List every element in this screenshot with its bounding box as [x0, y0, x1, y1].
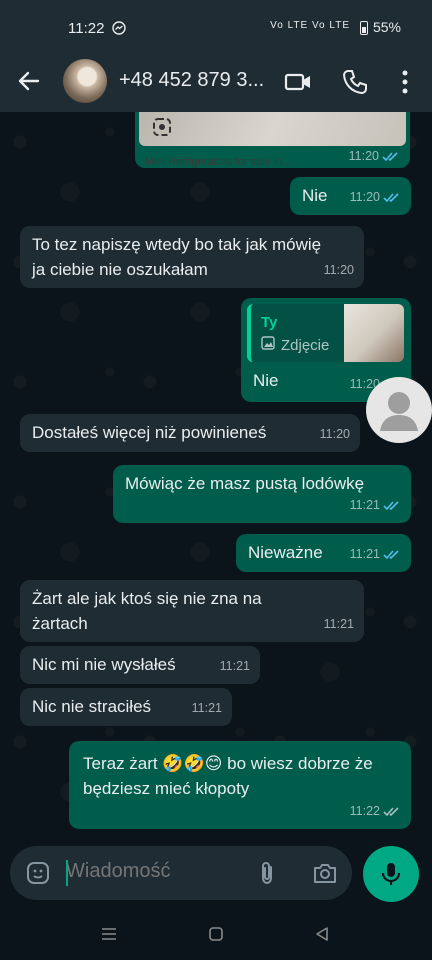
- message-bubble-incoming[interactable]: Nic nie straciłeś 11:21: [20, 688, 232, 726]
- message-time: 11:21: [349, 547, 380, 561]
- message-meta: 11:21: [192, 696, 222, 721]
- message-bubble-incoming[interactable]: Dostałeś więcej niż powinieneś 11:20: [20, 414, 360, 452]
- lens-icon[interactable]: [151, 116, 173, 138]
- message-meta: 11:20: [324, 258, 354, 283]
- double-tick-icon: [383, 807, 399, 817]
- message-bubble-outgoing[interactable]: Mówiąc że masz pustą lodówkę 11:21: [113, 465, 411, 523]
- message-time: 11:21: [349, 498, 380, 512]
- message-text: Teraz żart 🤣🤣😊 bo wiesz dobrze że będzie…: [83, 754, 373, 798]
- quoted-thumbnail: [344, 304, 404, 362]
- contact-name[interactable]: +48 452 879 3...: [119, 69, 264, 92]
- battery-level: 55%: [372, 19, 401, 35]
- double-tick-icon: [383, 550, 399, 560]
- chat-area[interactable]: Mini Refrigerators for sale in... 11:20 …: [0, 112, 432, 848]
- nav-back-icon[interactable]: [314, 926, 330, 942]
- message-time: 11:20: [319, 427, 350, 441]
- home-icon[interactable]: [208, 926, 224, 942]
- image-message[interactable]: Mini Refrigerators for sale in... 11:20: [135, 112, 410, 168]
- emoji-icon[interactable]: [26, 861, 50, 885]
- photo-icon: [261, 336, 275, 350]
- system-nav-bar: [0, 908, 432, 960]
- mic-button[interactable]: [363, 846, 419, 902]
- message-meta: 11:21: [350, 493, 401, 518]
- message-time: 11:21: [323, 617, 354, 631]
- message-meta: 11:20: [349, 149, 400, 163]
- message-composer: [10, 846, 352, 900]
- attach-icon[interactable]: [255, 860, 279, 886]
- phone-icon[interactable]: [341, 68, 369, 96]
- double-tick-icon: [383, 501, 399, 511]
- message-bubble-outgoing[interactable]: Nie 11:20: [290, 177, 411, 215]
- message-time: 11:21: [219, 659, 250, 673]
- image-thumbnail[interactable]: [139, 112, 406, 146]
- quoted-message[interactable]: Ty Zdjęcie: [247, 304, 404, 362]
- message-time: 11:20: [349, 190, 380, 204]
- messenger-icon: [112, 21, 126, 35]
- status-bar: 11:22 Vo LTE Vo LTE 55%: [0, 0, 432, 56]
- chat-head-bubble[interactable]: [366, 377, 432, 443]
- message-meta: 11:20: [320, 422, 350, 447]
- message-time: 11:20: [323, 263, 354, 277]
- message-bubble-incoming[interactable]: Nic mi nie wysłałeś 11:21: [20, 646, 260, 684]
- message-time: 11:22: [349, 804, 380, 818]
- message-text: Nic mi nie wysłałeś: [32, 655, 176, 674]
- message-text: Żart ale jak ktoś się nie zna na żartach: [32, 589, 262, 633]
- back-arrow-icon[interactable]: [16, 68, 42, 94]
- mic-icon: [381, 863, 401, 885]
- status-time: 11:22: [68, 20, 105, 37]
- text-cursor: [66, 860, 68, 886]
- quoted-type: Zdjęcie: [281, 337, 330, 354]
- double-tick-icon: [383, 193, 399, 203]
- message-text: Dostałeś więcej niż powinieneś: [32, 423, 267, 442]
- recents-icon[interactable]: [100, 926, 118, 942]
- contact-avatar[interactable]: [63, 59, 107, 103]
- camera-icon[interactable]: [312, 860, 338, 886]
- message-text: To tez napiszę wtedy bo tak jak mówię ja…: [32, 235, 322, 279]
- message-text: Nie: [253, 371, 279, 390]
- message-bubble-incoming[interactable]: Żart ale jak ktoś się nie zna na żartach…: [20, 580, 364, 642]
- message-time: 11:21: [191, 701, 222, 715]
- chat-header: +48 452 879 3...: [0, 56, 432, 112]
- message-bubble-incoming[interactable]: To tez napiszę wtedy bo tak jak mówię ja…: [20, 226, 364, 288]
- quoted-author: Ty: [261, 314, 278, 331]
- double-tick-icon: [382, 151, 398, 161]
- image-caption: Mini Refrigerators for sale in...: [145, 156, 292, 168]
- message-meta: 11:20: [350, 185, 401, 210]
- more-vert-icon[interactable]: [394, 68, 416, 96]
- person-icon: [380, 392, 418, 431]
- message-meta: 11:21: [220, 654, 250, 679]
- message-input[interactable]: [66, 860, 246, 883]
- video-call-icon[interactable]: [284, 68, 312, 96]
- battery-icon: [360, 21, 368, 35]
- message-meta: 11:21: [324, 612, 354, 637]
- message-meta: 11:21: [350, 542, 401, 567]
- message-time: 11:20: [348, 149, 379, 163]
- network-indicator: Vo LTE Vo LTE: [270, 20, 350, 31]
- message-bubble-outgoing[interactable]: Nieważne 11:21: [236, 534, 411, 572]
- message-bubble-outgoing[interactable]: Teraz żart 🤣🤣😊 bo wiesz dobrze że będzie…: [69, 741, 411, 829]
- message-meta: 11:22: [350, 799, 401, 824]
